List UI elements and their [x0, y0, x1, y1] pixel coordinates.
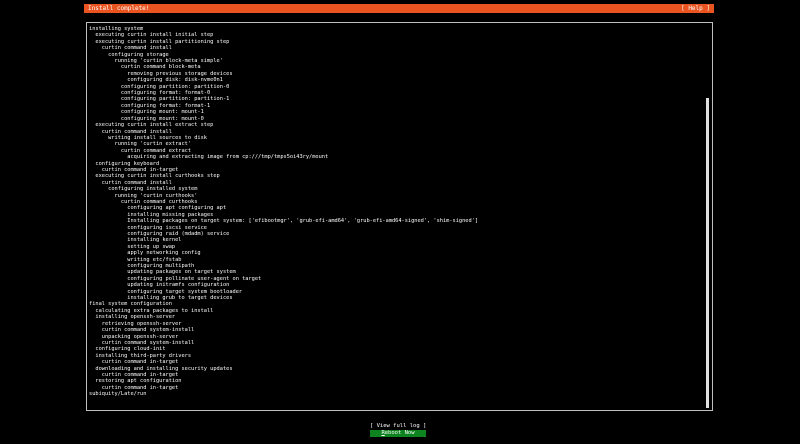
install-log-panel: installing system executing curtin insta…	[86, 22, 713, 411]
header-bar: Install complete! [ Help ]	[84, 4, 714, 13]
log-scrollbar[interactable]	[706, 25, 709, 408]
log-line: subiquity/Late/run	[89, 391, 147, 398]
help-button[interactable]: [ Help ]	[681, 4, 710, 13]
reboot-now-button[interactable]: Reboot Now	[370, 430, 426, 437]
reboot-label: eboot Now	[384, 430, 415, 436]
page-title: Install complete!	[88, 5, 150, 12]
view-full-log-button[interactable]: [ View full log ]	[370, 423, 426, 430]
log-lines: installing system executing curtin insta…	[89, 26, 700, 408]
scrollbar-thumb[interactable]	[706, 98, 709, 408]
